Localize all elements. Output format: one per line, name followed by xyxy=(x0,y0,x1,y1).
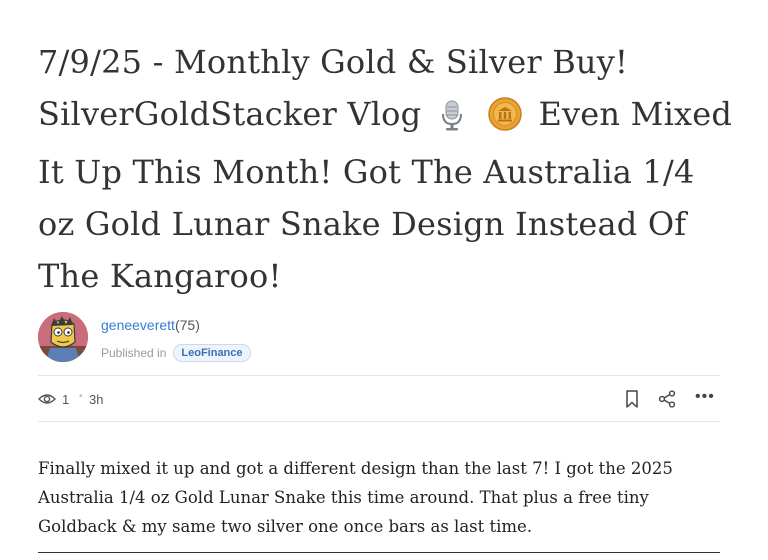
post-time: 3h xyxy=(89,392,104,407)
stats-separator: • xyxy=(79,391,83,402)
post-stats-bar: 1 • 3h ••• xyxy=(38,388,720,412)
published-in: Published in LeoFinance xyxy=(101,344,251,362)
view-count: 1 xyxy=(62,392,70,407)
more-options-icon[interactable]: ••• xyxy=(695,388,715,406)
share-icon[interactable] xyxy=(658,390,676,411)
published-label: Published in xyxy=(101,346,167,360)
eye-icon xyxy=(38,392,56,409)
divider-top xyxy=(38,375,720,376)
bookmark-icon[interactable] xyxy=(625,390,639,411)
author-name-link[interactable]: geneeverett(75) xyxy=(101,317,200,333)
author-name[interactable]: geneeverett xyxy=(101,317,175,333)
author-reputation: (75) xyxy=(174,317,200,333)
author-block: geneeverett(75) Published in LeoFinance xyxy=(38,312,438,362)
post-page: 7/9/25 - Monthly Gold & Silver Buy! Silv… xyxy=(0,0,768,560)
author-avatar[interactable] xyxy=(38,312,88,362)
microphone-icon xyxy=(438,94,466,146)
coin-icon xyxy=(488,94,522,146)
post-body: Finally mixed it up and got a different … xyxy=(38,459,673,536)
divider-bottom xyxy=(38,421,720,422)
post-title: 7/9/25 - Monthly Gold & Silver Buy! Silv… xyxy=(38,36,738,302)
community-badge[interactable]: LeoFinance xyxy=(173,344,251,362)
content-rule xyxy=(38,552,720,553)
